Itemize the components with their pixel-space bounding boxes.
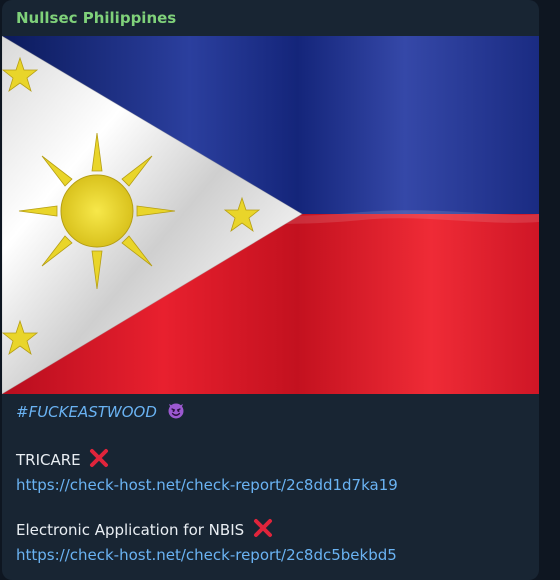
message-bubble: Nullsec Philippines #FUCKEASTWOOD TRICAR… bbox=[2, 0, 539, 580]
hashtag-link[interactable]: #FUCKEASTWOOD bbox=[16, 403, 157, 421]
sender-name[interactable]: Nullsec Philippines bbox=[16, 9, 176, 27]
entry-label: TRICARE bbox=[16, 451, 81, 469]
entry-label-line: Electronic Application for NBIS bbox=[16, 518, 531, 544]
check-host-link[interactable]: https://check-host.net/check-report/2c8d… bbox=[16, 476, 398, 494]
scrollbar[interactable] bbox=[542, 0, 558, 560]
message-text: #FUCKEASTWOOD TRICARE https://check-host… bbox=[16, 400, 531, 566]
check-host-link[interactable]: https://check-host.net/check-report/2c8d… bbox=[16, 546, 397, 564]
entry-label-line: TRICARE bbox=[16, 448, 531, 474]
cross-mark-icon bbox=[253, 518, 273, 544]
cross-mark-icon bbox=[89, 448, 109, 474]
hashtag-line: #FUCKEASTWOOD bbox=[16, 400, 531, 426]
smiling-devil-icon bbox=[166, 400, 186, 426]
entry-label: Electronic Application for NBIS bbox=[16, 521, 245, 539]
philippine-flag-image[interactable] bbox=[2, 36, 539, 394]
philippine-flag-icon bbox=[2, 36, 539, 394]
